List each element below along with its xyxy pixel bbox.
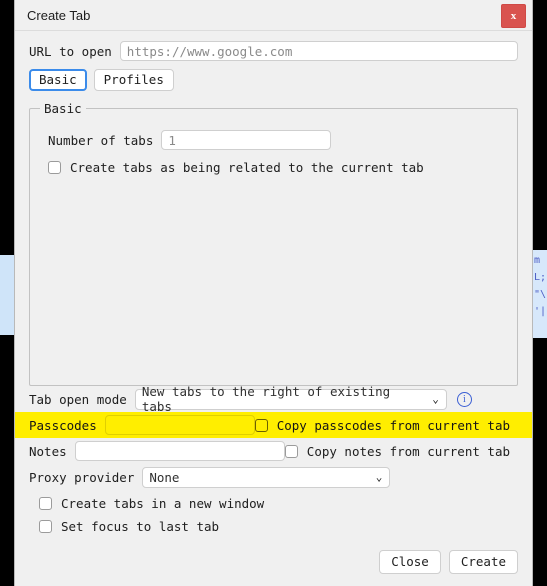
url-row: URL to open https://www.google.com bbox=[15, 31, 532, 61]
focus-last-tab-checkbox[interactable] bbox=[39, 520, 52, 533]
tab-strip: Basic Profiles bbox=[15, 61, 532, 91]
tab-open-mode-label: Tab open mode bbox=[29, 391, 127, 407]
number-of-tabs-row: Number of tabs 1 bbox=[48, 130, 517, 150]
dialog-titlebar: Create Tab x bbox=[15, 0, 532, 31]
option-checkboxes: Create tabs in a new window Set focus to… bbox=[15, 490, 532, 538]
passcodes-input[interactable] bbox=[104, 415, 255, 435]
copy-notes-label: Copy notes from current tab bbox=[306, 443, 510, 459]
notes-input[interactable] bbox=[74, 441, 285, 461]
copy-notes-row: Copy notes from current tab bbox=[284, 443, 518, 459]
backdrop-highlight-left bbox=[0, 255, 14, 335]
url-label: URL to open bbox=[29, 43, 112, 59]
passcodes-row: Passcodes Copy passcodes from current ta… bbox=[15, 412, 532, 438]
tab-open-mode-value: New tabs to the right of existing tabs bbox=[141, 384, 391, 414]
new-window-checkbox[interactable] bbox=[39, 497, 52, 510]
notes-label: Notes bbox=[29, 443, 67, 459]
create-button[interactable]: Create bbox=[448, 550, 518, 574]
proxy-provider-value: None bbox=[149, 469, 180, 485]
backdrop-code-text: m L; "\ '| bbox=[534, 255, 547, 317]
related-tabs-row: Create tabs as being related to the curr… bbox=[48, 160, 517, 175]
number-of-tabs-label: Number of tabs bbox=[48, 132, 154, 148]
proxy-provider-row: Proxy provider None ⌄ bbox=[29, 464, 518, 490]
close-icon[interactable]: x bbox=[501, 4, 526, 28]
proxy-provider-label: Proxy provider bbox=[29, 469, 135, 485]
info-icon[interactable]: i bbox=[456, 391, 472, 407]
copy-passcodes-label: Copy passcodes from current tab bbox=[276, 417, 510, 433]
copy-passcodes-row: Copy passcodes from current tab bbox=[254, 417, 518, 433]
focus-last-tab-row: Set focus to last tab bbox=[29, 515, 518, 538]
notes-row: Notes Copy notes from current tab bbox=[29, 438, 518, 464]
proxy-provider-select[interactable]: None ⌄ bbox=[142, 466, 391, 488]
close-button[interactable]: Close bbox=[379, 550, 441, 574]
tab-basic[interactable]: Basic bbox=[29, 69, 87, 91]
related-tabs-checkbox[interactable] bbox=[48, 161, 61, 174]
copy-notes-checkbox[interactable] bbox=[284, 444, 298, 458]
tab-open-mode-row: Tab open mode New tabs to the right of e… bbox=[29, 384, 518, 414]
tab-open-mode-select[interactable]: New tabs to the right of existing tabs ⌄ bbox=[134, 384, 447, 414]
dialog-footer: Close Create bbox=[15, 538, 532, 586]
passcodes-label: Passcodes bbox=[29, 417, 97, 433]
new-window-label: Create tabs in a new window bbox=[61, 496, 265, 511]
tab-profiles[interactable]: Profiles bbox=[93, 69, 174, 91]
chevron-down-icon: ⌄ bbox=[375, 470, 383, 484]
basic-fieldset-legend: Basic bbox=[44, 101, 82, 116]
url-input[interactable]: https://www.google.com bbox=[119, 41, 518, 61]
copy-passcodes-checkbox[interactable] bbox=[254, 418, 268, 432]
chevron-down-icon: ⌄ bbox=[432, 392, 439, 406]
new-window-row: Create tabs in a new window bbox=[29, 492, 518, 515]
basic-panel: Basic Number of tabs 1 Create tabs as be… bbox=[29, 101, 518, 386]
bottom-form: Tab open mode New tabs to the right of e… bbox=[15, 384, 532, 490]
backdrop-highlight-right: m L; "\ '| bbox=[533, 250, 547, 338]
create-tab-dialog: Create Tab x URL to open https://www.goo… bbox=[14, 0, 533, 586]
number-of-tabs-input[interactable]: 1 bbox=[161, 130, 332, 150]
dialog-title: Create Tab bbox=[27, 7, 91, 23]
related-tabs-label: Create tabs as being related to the curr… bbox=[70, 160, 424, 175]
focus-last-tab-label: Set focus to last tab bbox=[61, 519, 220, 534]
